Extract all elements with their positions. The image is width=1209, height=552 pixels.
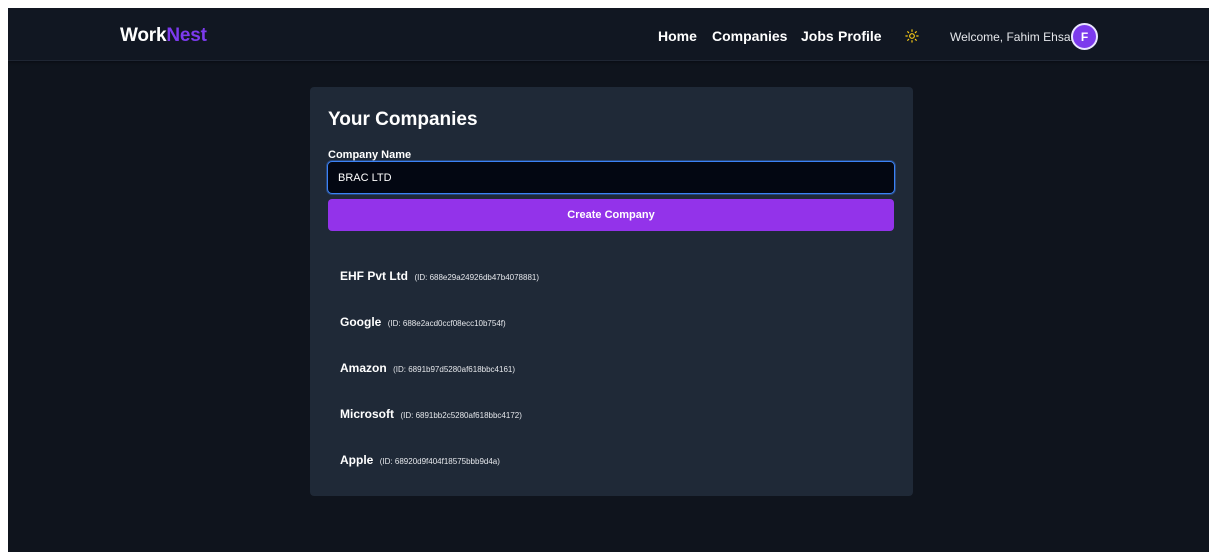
companies-card: Your Companies Company Name Create Compa… bbox=[310, 87, 913, 496]
page-title: Your Companies bbox=[328, 109, 478, 130]
company-name: Amazon bbox=[340, 361, 387, 375]
company-name-label: Company Name bbox=[328, 149, 412, 161]
create-company-button[interactable]: Create Company bbox=[328, 199, 894, 231]
list-item[interactable]: Google (ID: 688e2acd0ccf08ecc10b754f) bbox=[340, 313, 880, 359]
company-id: (ID: 688e29a24926db47b4078881) bbox=[414, 273, 540, 282]
welcome-text: Welcome, Fahim Ehsan bbox=[950, 30, 1078, 44]
nav-link-home[interactable]: Home bbox=[658, 28, 697, 44]
nav-link-profile[interactable]: Profile bbox=[838, 28, 882, 44]
brand-logo-work: Work bbox=[120, 25, 167, 46]
company-list: EHF Pvt Ltd (ID: 688e29a24926db47b407888… bbox=[340, 267, 880, 497]
nav-link-companies[interactable]: Companies bbox=[712, 28, 787, 44]
top-navbar: WorkNest Home Companies Jobs Profile Wel… bbox=[8, 8, 1209, 61]
sun-icon bbox=[905, 29, 919, 43]
nav-link-jobs[interactable]: Jobs bbox=[801, 28, 834, 44]
company-name-input[interactable] bbox=[327, 161, 895, 194]
app-frame: WorkNest Home Companies Jobs Profile Wel… bbox=[8, 8, 1209, 552]
brand-logo[interactable]: WorkNest bbox=[120, 25, 207, 47]
company-id: (ID: 68920d9f404f18575bbb9d4a) bbox=[379, 457, 500, 466]
list-item[interactable]: Apple (ID: 68920d9f404f18575bbb9d4a) bbox=[340, 451, 880, 497]
list-item[interactable]: EHF Pvt Ltd (ID: 688e29a24926db47b407888… bbox=[340, 267, 880, 313]
list-item[interactable]: Amazon (ID: 6891b97d5280af618bbc4161) bbox=[340, 359, 880, 405]
company-id: (ID: 6891bb2c5280af618bbc4172) bbox=[400, 411, 522, 420]
company-id: (ID: 6891b97d5280af618bbc4161) bbox=[393, 365, 516, 374]
company-name: Apple bbox=[340, 453, 374, 467]
theme-toggle-button[interactable] bbox=[901, 25, 923, 47]
company-name: EHF Pvt Ltd bbox=[340, 269, 408, 283]
user-avatar[interactable]: F bbox=[1071, 23, 1098, 50]
company-name: Google bbox=[340, 315, 382, 329]
company-name: Microsoft bbox=[340, 407, 394, 421]
brand-logo-nest: Nest bbox=[166, 25, 207, 46]
company-id: (ID: 688e2acd0ccf08ecc10b754f) bbox=[387, 319, 506, 328]
list-item[interactable]: Microsoft (ID: 6891bb2c5280af618bbc4172) bbox=[340, 405, 880, 451]
